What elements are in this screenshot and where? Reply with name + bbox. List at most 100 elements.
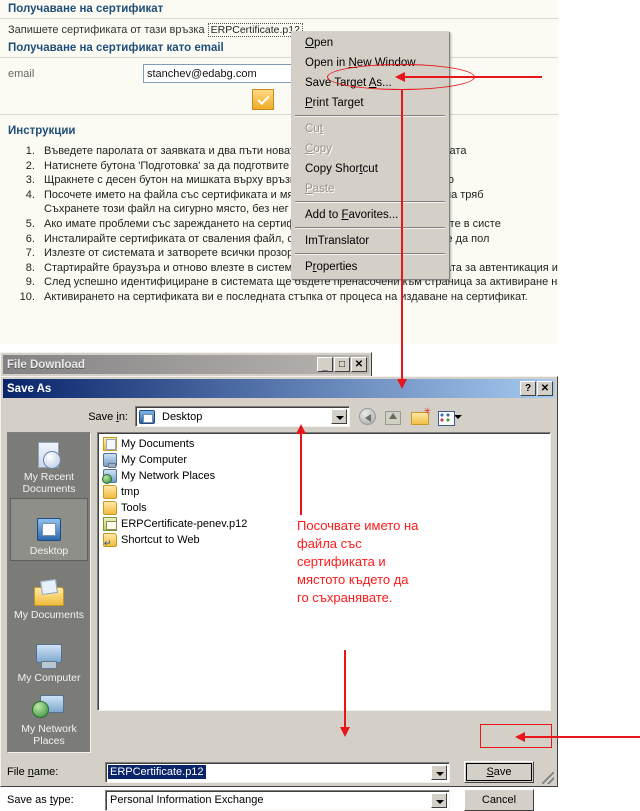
annotation-highlight-save-target-as bbox=[327, 64, 475, 90]
menu-item-imtranslator[interactable]: ImTranslator bbox=[293, 231, 447, 251]
list-item[interactable]: My Network Places bbox=[101, 468, 550, 484]
file-name: tmp bbox=[121, 486, 140, 498]
save-cert-instruction-text: Запишете сертификата от тази връзка bbox=[8, 24, 205, 36]
cancel-button[interactable]: Cancel bbox=[464, 789, 534, 811]
place-label: My Recent Documents bbox=[22, 471, 76, 495]
file-name-combobox[interactable]: ERPCertificate.p12 bbox=[105, 761, 450, 783]
save-as-body: My Recent Documents Desktop My Documents … bbox=[1, 432, 557, 753]
my-network-places-icon bbox=[32, 692, 66, 722]
save-as-type-label: Save as type: bbox=[7, 794, 74, 806]
save-as-dialog: Save As ? ✕ Save in: Desktop My RecentDo… bbox=[0, 376, 558, 811]
file-download-title: File Download bbox=[7, 358, 85, 371]
close-icon: ✕ bbox=[540, 383, 550, 394]
new-folder-icon[interactable] bbox=[410, 406, 431, 426]
place-label: Desktop bbox=[29, 544, 69, 557]
email-input[interactable] bbox=[143, 64, 308, 83]
file-name: Shortcut to Web bbox=[121, 534, 200, 546]
desktop-icon bbox=[139, 409, 155, 424]
chevron-down-icon[interactable] bbox=[431, 764, 447, 780]
menu-item-paste[interactable]: Paste bbox=[293, 179, 447, 199]
file-name: My Computer bbox=[121, 454, 188, 466]
help-button[interactable]: ? bbox=[520, 381, 536, 396]
file-name: Tools bbox=[121, 502, 147, 514]
place-label: My Documents bbox=[13, 608, 85, 621]
list-item[interactable]: My Computer bbox=[101, 452, 550, 468]
place-my-computer[interactable]: My Computer bbox=[10, 624, 88, 687]
section-title-get-certificate: Получаване на сертификат bbox=[8, 3, 164, 15]
menu-item-add-to-favorites[interactable]: Add to Favorites... bbox=[293, 205, 447, 225]
menu-item-properties[interactable]: Properties bbox=[293, 257, 447, 277]
certificate-file-icon bbox=[103, 517, 117, 531]
place-my-documents[interactable]: My Documents bbox=[10, 561, 88, 624]
places-bar: My Recent Documents Desktop My Documents … bbox=[7, 432, 91, 753]
file-download-titlebar[interactable]: File Download _ □ ✕ bbox=[3, 355, 369, 374]
menu-separator bbox=[295, 227, 445, 229]
menu-item-cut[interactable]: Cut bbox=[293, 119, 447, 139]
menu-separator bbox=[295, 115, 445, 117]
close-button[interactable]: ✕ bbox=[351, 357, 367, 372]
list-item[interactable]: Tools bbox=[101, 500, 550, 516]
save-as-footer: File name: ERPCertificate.p12 Save Save … bbox=[1, 753, 557, 811]
web-page-content: Получаване на сертификат Запишете сертиф… bbox=[0, 0, 558, 344]
save-in-combobox[interactable]: Desktop bbox=[135, 406, 350, 427]
back-icon[interactable] bbox=[359, 408, 376, 425]
file-name: ERPCertificate-penev.p12 bbox=[121, 518, 248, 530]
file-name: My Network Places bbox=[121, 470, 216, 482]
menu-separator bbox=[295, 201, 445, 203]
place-desktop[interactable]: Desktop bbox=[10, 498, 88, 561]
folder-icon bbox=[103, 501, 117, 515]
file-name-value[interactable]: ERPCertificate.p12 bbox=[108, 765, 206, 779]
list-item: Активирането на сертификата ви е последн… bbox=[38, 290, 558, 305]
instructions-list: Въведете паролата от заявката и два пъти… bbox=[0, 144, 558, 305]
save-as-type-combobox[interactable]: Personal Information Exchange bbox=[105, 789, 450, 811]
chevron-down-icon[interactable] bbox=[331, 409, 347, 424]
save-in-value: Desktop bbox=[162, 410, 203, 423]
place-my-network-places[interactable]: My Network Places bbox=[10, 687, 88, 750]
save-in-row: Save in: Desktop bbox=[1, 400, 557, 432]
minimize-button[interactable]: _ bbox=[317, 357, 333, 372]
my-documents-icon bbox=[32, 578, 66, 608]
confirm-check-button[interactable] bbox=[252, 89, 274, 110]
save-button[interactable]: Save bbox=[464, 761, 534, 783]
email-label: email bbox=[8, 67, 35, 80]
close-button[interactable]: ✕ bbox=[537, 381, 553, 396]
file-name: My Documents bbox=[121, 438, 195, 450]
question-mark-icon: ? bbox=[524, 383, 532, 394]
maximize-button[interactable]: □ bbox=[334, 357, 350, 372]
email-row: email bbox=[0, 58, 558, 85]
file-name-label: File name: bbox=[7, 766, 59, 778]
up-one-level-icon[interactable] bbox=[383, 408, 403, 426]
menu-item-copy-shortcut[interactable]: Copy Shortcut bbox=[293, 159, 447, 179]
save-as-title: Save As bbox=[7, 382, 52, 395]
cancel-button-label: Cancel bbox=[481, 794, 517, 806]
list-item[interactable]: My Documents bbox=[101, 436, 550, 452]
save-button-label: Save bbox=[486, 766, 512, 778]
my-computer-icon bbox=[103, 453, 117, 468]
menu-item-copy[interactable]: Copy bbox=[293, 139, 447, 159]
menu-item-open-label-rest: pen bbox=[313, 37, 334, 49]
certificate-download-link[interactable]: ERPCertificate.p12 bbox=[207, 23, 303, 37]
save-as-titlebar[interactable]: Save As ? ✕ bbox=[3, 379, 555, 398]
maximize-icon: □ bbox=[338, 359, 346, 370]
views-icon[interactable] bbox=[437, 408, 457, 426]
menu-item-print-target[interactable]: Print Target bbox=[293, 93, 447, 113]
resize-grip-icon[interactable] bbox=[542, 772, 554, 784]
place-my-recent-documents[interactable]: My Recent Documents bbox=[10, 435, 88, 498]
menu-item-open[interactable]: Open bbox=[293, 33, 447, 53]
submit-button-wrap bbox=[0, 85, 558, 114]
folder-shortcut-icon bbox=[103, 533, 117, 549]
chevron-down-icon[interactable] bbox=[431, 792, 447, 808]
save-cert-instruction-row: Запишете сертификата от тази връзка ERPC… bbox=[0, 19, 558, 39]
section-title-get-certificate-email: Получаване на сертификат като email bbox=[8, 42, 224, 54]
place-label: My Network Places bbox=[21, 723, 77, 747]
desktop-icon bbox=[32, 514, 66, 544]
place-label: My Computer bbox=[17, 671, 81, 684]
dialog-toolbar bbox=[359, 406, 462, 426]
close-icon: ✕ bbox=[354, 359, 364, 370]
menu-separator bbox=[295, 253, 445, 255]
list-item[interactable]: tmp bbox=[101, 484, 550, 500]
annotation-highlight-save-button bbox=[480, 724, 552, 748]
section-title-instructions: Инструкции bbox=[8, 125, 76, 137]
minimize-icon: _ bbox=[322, 361, 328, 372]
annotation-note-text: Посочвате името на файла със сертификата… bbox=[297, 518, 419, 605]
